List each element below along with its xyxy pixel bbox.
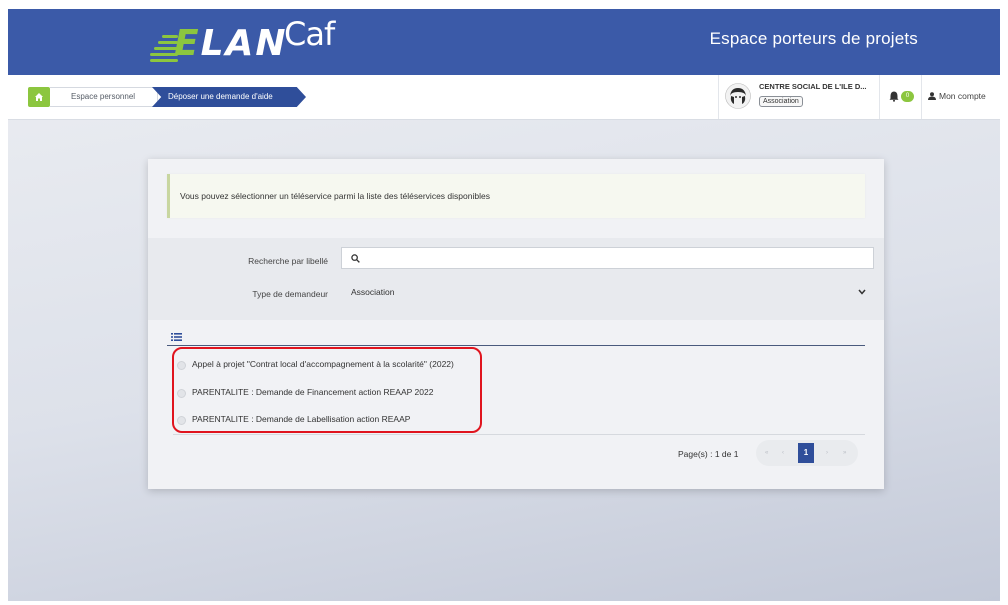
breadcrumb-deposer-demande[interactable]: Déposer une demande d'aide (152, 87, 306, 107)
search-icon (351, 254, 360, 263)
info-message: Vous pouvez sélectionner un téléservice … (167, 174, 865, 218)
pagination: « ‹ 1 › » (756, 440, 858, 466)
notification-count-badge: 0 (901, 91, 914, 102)
teleservice-panel: Vous pouvez sélectionner un téléservice … (148, 159, 884, 489)
logo-elan-text: ELAN (174, 23, 288, 64)
breadcrumb-home[interactable] (28, 87, 50, 107)
radio-button[interactable] (177, 389, 186, 398)
home-icon (35, 93, 43, 101)
logo-caf-text: Caf (284, 15, 335, 53)
requester-type-select[interactable]: Association (341, 281, 874, 303)
teleservice-label: Appel à projet "Contrat local d'accompag… (192, 359, 454, 369)
teleservice-label: PARENTALITE : Demande de Financement act… (192, 387, 434, 397)
requester-type-value: Association (351, 287, 395, 297)
pagination-next-button[interactable]: › (826, 450, 828, 456)
elan-caf-logo[interactable]: ELAN Caf (150, 15, 380, 71)
pagination-label: Page(s) : 1 de 1 (678, 449, 739, 459)
list-divider (173, 434, 865, 435)
teleservice-item[interactable]: Appel à projet "Contrat local d'accompag… (167, 353, 865, 380)
teleservice-item[interactable]: PARENTALITE : Demande de Financement act… (167, 381, 865, 408)
breadcrumb-espace-personnel[interactable]: Espace personnel (50, 87, 158, 107)
notifications-button[interactable]: 0 (880, 75, 922, 119)
pagination-prev-button[interactable]: ‹ (782, 450, 784, 456)
pagination-current-page[interactable]: 1 (798, 443, 814, 463)
pagination-last-button[interactable]: » (843, 450, 846, 456)
radio-button[interactable] (177, 416, 186, 425)
my-account-link[interactable]: Mon compte (928, 91, 986, 101)
user-icon (928, 92, 936, 100)
search-label: Recherche par libellé (248, 256, 328, 266)
search-input[interactable] (366, 250, 870, 268)
my-account-label: Mon compte (939, 91, 986, 101)
organization-name: CENTRE SOCIAL DE L'ILE D... (759, 82, 867, 91)
teleservice-label: PARENTALITE : Demande de Labellisation a… (192, 414, 411, 424)
organization-type-badge: Association (759, 96, 803, 107)
list-header (167, 331, 865, 346)
bell-icon (889, 91, 899, 102)
requester-type-label: Type de demandeur (252, 289, 328, 299)
organization-selector[interactable]: CENTRE SOCIAL DE L'ILE D... Association (718, 75, 880, 119)
chevron-down-icon (858, 289, 866, 295)
header-title: Espace porteurs de projets (709, 29, 918, 48)
pagination-first-button[interactable]: « (765, 450, 768, 456)
search-field[interactable] (341, 247, 874, 269)
app-frame: ELAN Caf Espace porteurs de projets Espa… (8, 9, 1000, 601)
teleservice-item[interactable]: PARENTALITE : Demande de Labellisation a… (167, 408, 865, 435)
avatar (725, 83, 751, 109)
filter-section: Recherche par libellé Type de demandeur … (148, 238, 884, 320)
radio-button[interactable] (177, 361, 186, 370)
top-bar: Espace personnel Déposer une demande d'a… (8, 75, 1000, 120)
site-header: ELAN Caf Espace porteurs de projets (8, 9, 1000, 75)
list-icon (171, 333, 182, 341)
